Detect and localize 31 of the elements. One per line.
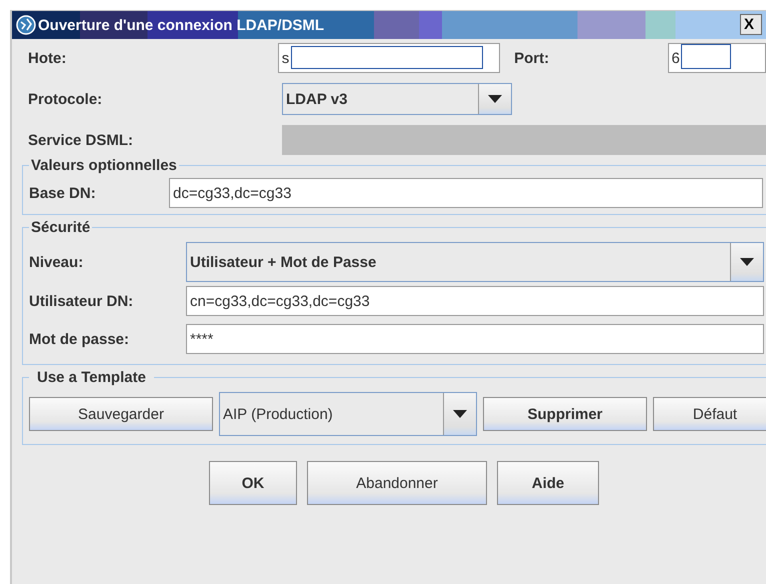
save-button[interactable]: Sauvegarder (29, 397, 213, 431)
section-title: Valeurs optionnelles (30, 157, 178, 174)
default-button[interactable]: Défaut (653, 397, 766, 431)
section-title: Use a Template (36, 369, 147, 386)
user-dn-field[interactable]: cn=cg33,dc=cg33,dc=cg33 (186, 286, 764, 316)
base-dn-field[interactable]: dc=cg33,dc=cg33 (169, 178, 763, 208)
close-button[interactable]: X (740, 14, 762, 35)
dialog-button[interactable]: OK (209, 461, 297, 505)
dialog-button[interactable]: Abandonner (307, 461, 487, 505)
redaction-box (680, 44, 731, 69)
password-label: Mot de passe: (29, 330, 130, 348)
port-label: Port: (514, 50, 550, 66)
protocol-dropdown[interactable]: LDAP v3 (282, 83, 512, 115)
dropdown-arrow-icon (488, 95, 502, 103)
delete-button[interactable]: Supprimer (483, 397, 647, 431)
password-field[interactable]: **** (186, 324, 764, 354)
section-title: Sécurité (30, 219, 92, 236)
window-title: Ouverture d'une connexion LDAP/DSML (38, 16, 324, 34)
dsml-label: Service DSML: (28, 132, 134, 148)
level-dropdown[interactable]: Utilisateur + Mot de Passe (186, 242, 764, 282)
dropdown-arrow-icon (453, 410, 467, 418)
template-dropdown[interactable]: AIP (Production) (219, 392, 477, 436)
level-label: Niveau: (29, 254, 84, 270)
port-field[interactable]: 6 (668, 43, 766, 73)
base-dn-label: Base DN: (29, 184, 97, 202)
dropdown-arrow-icon (740, 258, 754, 266)
protocol-label: Protocole: (28, 90, 104, 108)
user-dn-label: Utilisateur DN: (29, 292, 134, 310)
host-label: Hote: (28, 50, 68, 66)
host-field[interactable]: s (278, 43, 500, 73)
dialog-button[interactable]: Aide (497, 461, 599, 505)
